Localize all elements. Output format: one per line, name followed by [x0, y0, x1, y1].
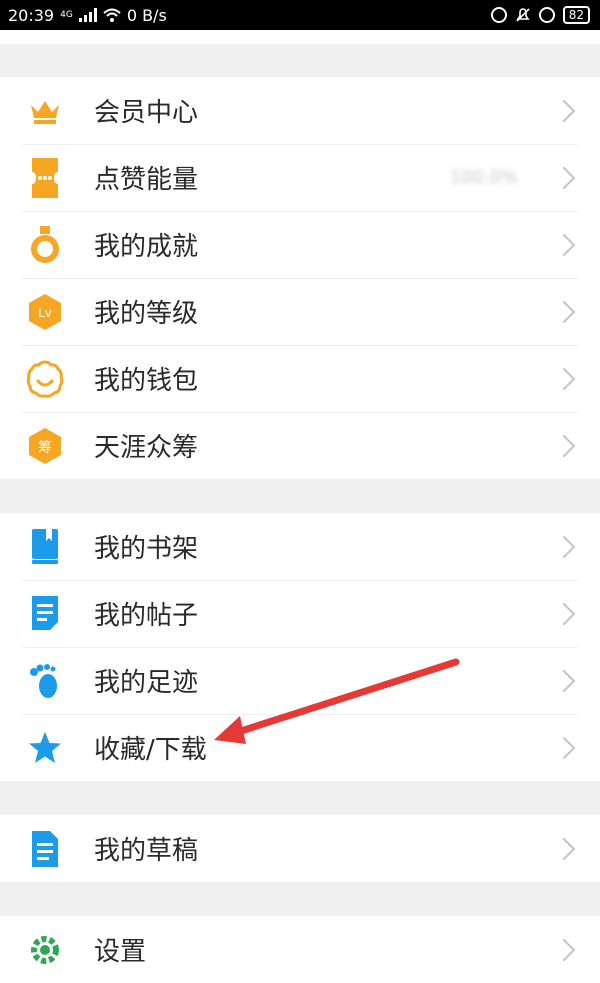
menu-item-label: 我的足迹: [94, 668, 199, 698]
menu-item-crowdfunding[interactable]: 筹 天涯众筹: [0, 412, 600, 479]
top-strip: [0, 30, 600, 44]
chevron-right-icon: [552, 938, 576, 961]
menu-item-settings[interactable]: 设置: [0, 916, 600, 983]
wifi-icon: [103, 8, 121, 22]
lock-icon: [538, 7, 555, 23]
network-label: 4G: [60, 10, 73, 20]
menu-group-drafts: 我的草稿: [0, 815, 600, 882]
menu-item-bookshelf[interactable]: 我的书架: [0, 513, 600, 580]
menu-item-label: 我的钱包: [94, 366, 199, 396]
menu-item-label: 我的等级: [94, 299, 199, 329]
menu-item-label: 收藏/下载: [94, 735, 207, 765]
posts-icon: [22, 591, 68, 637]
section-gap: [0, 479, 600, 513]
menu-item-label: 我的书架: [94, 534, 199, 564]
energy-value: 100.0%: [449, 167, 518, 188]
menu-item-label: 我的帖子: [94, 601, 199, 631]
menu-group-account: 会员中心 点赞能量 100.0% 我的成就 Lv 我的等级 我的钱包 筹 天涯众…: [0, 77, 600, 479]
menu-item-label: 天涯众筹: [94, 433, 199, 463]
mute-icon: [516, 8, 530, 22]
section-gap: [0, 44, 600, 77]
menu-item-label: 会员中心: [94, 98, 199, 128]
chevron-right-icon: [552, 300, 576, 323]
status-time: 20:39: [8, 5, 55, 25]
menu-item-label: 我的草稿: [94, 836, 199, 866]
menu-group-settings: 设置: [0, 916, 600, 983]
menu-item-favorites-downloads[interactable]: 收藏/下载: [0, 714, 600, 781]
signal-icon: [78, 8, 97, 22]
data-saver-icon: [490, 7, 507, 23]
network-speed: 0 B/s: [126, 5, 167, 25]
crowdfunding-icon-text: 筹: [38, 439, 52, 456]
battery-icon: 82: [562, 6, 590, 24]
menu-item-achievements[interactable]: 我的成就: [0, 211, 600, 278]
menu-item-label: 点赞能量: [94, 165, 199, 195]
chevron-right-icon: [552, 434, 576, 457]
crown-icon: [22, 88, 68, 134]
chevron-right-icon: [552, 166, 576, 189]
menu-group-content: 我的书架 我的帖子 我的足迹 收藏/下载: [0, 513, 600, 781]
section-gap: [0, 781, 600, 815]
menu-item-posts[interactable]: 我的帖子: [0, 580, 600, 647]
menu-item-drafts[interactable]: 我的草稿: [0, 815, 600, 882]
level-icon: Lv: [22, 289, 68, 335]
menu-item-wallet[interactable]: 我的钱包: [0, 345, 600, 412]
draft-icon: [22, 826, 68, 872]
medal-icon: [22, 222, 68, 268]
menu-item-level[interactable]: Lv 我的等级: [0, 278, 600, 345]
footprint-icon: [22, 658, 68, 704]
chevron-right-icon: [552, 736, 576, 759]
chevron-right-icon: [552, 837, 576, 860]
chevron-right-icon: [552, 99, 576, 122]
level-icon-text: Lv: [38, 306, 52, 320]
status-bar: 20:39 4G 0 B/s 82: [0, 0, 600, 30]
section-gap: [0, 882, 600, 916]
chevron-right-icon: [552, 535, 576, 558]
star-icon: [22, 725, 68, 771]
ticket-icon: [22, 155, 68, 201]
chevron-right-icon: [552, 233, 576, 256]
chevron-right-icon: [552, 367, 576, 390]
menu-item-label: 设置: [94, 937, 147, 967]
bookshelf-icon: [22, 524, 68, 570]
settings-icon: [22, 927, 68, 973]
menu-item-vip-center[interactable]: 会员中心: [0, 77, 600, 144]
menu-item-like-energy[interactable]: 点赞能量 100.0%: [0, 144, 600, 211]
menu-item-label: 我的成就: [94, 232, 199, 262]
chevron-right-icon: [552, 669, 576, 692]
menu-item-footprints[interactable]: 我的足迹: [0, 647, 600, 714]
crowdfunding-icon: 筹: [22, 423, 68, 469]
chevron-right-icon: [552, 602, 576, 625]
wallet-icon: [22, 356, 68, 402]
